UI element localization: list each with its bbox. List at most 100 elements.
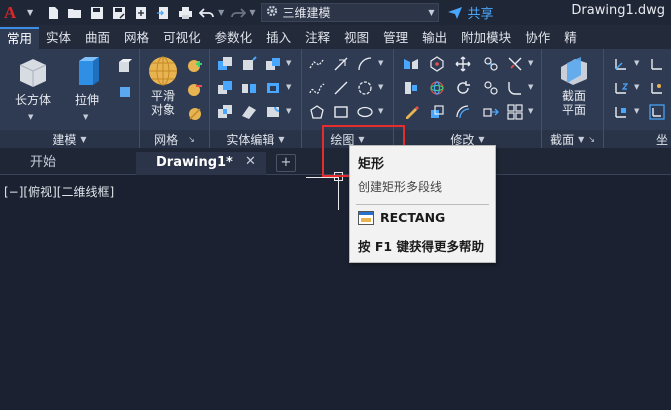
tab-addins[interactable]: 附加模块: [454, 27, 518, 49]
draw-caret-2-icon[interactable]: ▼: [378, 83, 383, 91]
panel-modeling-title[interactable]: 建模 ▼: [0, 130, 139, 148]
mesh-refine-icon[interactable]: [186, 105, 204, 123]
mesh-smooth-more-icon[interactable]: [186, 57, 204, 75]
save-icon[interactable]: [89, 5, 105, 21]
coords-caret-2-icon[interactable]: ▼: [634, 83, 639, 91]
modify-caret-3-icon[interactable]: ▼: [528, 107, 533, 115]
panel-coordinates-title[interactable]: 坐: [604, 130, 671, 148]
rectangle-icon[interactable]: [332, 103, 350, 121]
slice-icon[interactable]: [240, 103, 258, 121]
presspull-icon[interactable]: [116, 57, 134, 75]
tab-collaborate[interactable]: 协作: [518, 27, 557, 49]
3d-rotate-icon[interactable]: [428, 79, 446, 97]
offset-icon[interactable]: [454, 103, 472, 121]
tab-output[interactable]: 输出: [415, 27, 454, 49]
coords-caret-3-icon[interactable]: ▼: [634, 107, 639, 115]
tab-solid[interactable]: 实体: [39, 27, 78, 49]
undo-caret-icon[interactable]: ▼: [218, 8, 224, 17]
tab-visualize[interactable]: 可视化: [156, 27, 208, 49]
tab-insert[interactable]: 插入: [259, 27, 298, 49]
save-web-icon[interactable]: [155, 5, 171, 21]
box-caret-icon[interactable]: ▼: [28, 113, 33, 121]
drawing-canvas[interactable]: [−][俯视][二维线框]: [0, 176, 671, 410]
tab-parametric[interactable]: 参数化: [208, 27, 260, 49]
panel-mesh-title[interactable]: 网格 ↘: [140, 130, 209, 148]
erase-icon[interactable]: [402, 103, 420, 121]
share-button[interactable]: 共享: [447, 3, 493, 22]
3d-move-icon[interactable]: [428, 55, 446, 73]
save-as-icon[interactable]: [111, 5, 127, 21]
polysolid-icon[interactable]: [116, 83, 134, 101]
open-web-icon[interactable]: [133, 5, 149, 21]
polygon-icon[interactable]: [308, 103, 326, 121]
new-tab-button[interactable]: +: [276, 154, 296, 172]
smooth-object-button[interactable]: 平滑 对象: [144, 55, 182, 118]
tab-mesh[interactable]: 网格: [117, 27, 156, 49]
print-icon[interactable]: [177, 5, 193, 21]
draw-caret-3-icon[interactable]: ▼: [378, 107, 383, 115]
ucs-z-icon[interactable]: [612, 79, 630, 97]
panel-solid-edit-title[interactable]: 实体编辑 ▼: [210, 130, 301, 148]
undo-icon[interactable]: [199, 5, 215, 21]
separate-icon[interactable]: [240, 79, 258, 97]
box-button[interactable]: 长方体: [10, 55, 56, 108]
section-plane-button[interactable]: 截面 平面: [552, 55, 596, 118]
tab-surface[interactable]: 曲面: [78, 27, 117, 49]
array-icon[interactable]: [506, 103, 524, 121]
ucs-3point-icon[interactable]: [648, 79, 666, 97]
app-menu-caret-icon[interactable]: ▼: [27, 8, 33, 17]
align-icon[interactable]: [402, 79, 420, 97]
open-folder-icon[interactable]: [67, 5, 83, 21]
subtract-icon[interactable]: [216, 79, 234, 97]
redo-caret-icon[interactable]: ▼: [249, 8, 255, 17]
arc-icon[interactable]: [356, 55, 374, 73]
extrude-button[interactable]: 拉伸: [66, 55, 108, 108]
ucs-world-icon[interactable]: [612, 55, 630, 73]
line-icon[interactable]: [332, 79, 350, 97]
modify-caret-1-icon[interactable]: ▼: [528, 59, 533, 67]
solid-edit-caret-2-icon[interactable]: ▼: [286, 83, 291, 91]
circle-icon[interactable]: [356, 79, 374, 97]
ucs-view-icon[interactable]: [648, 103, 666, 121]
ellipse-icon[interactable]: [356, 103, 374, 121]
spline-icon[interactable]: [308, 79, 326, 97]
viewport-controls[interactable]: [−][俯视][二维线框]: [4, 183, 114, 200]
modify-caret-2-icon[interactable]: ▼: [528, 83, 533, 91]
scale-icon[interactable]: [428, 103, 446, 121]
ucs-origin-icon[interactable]: [648, 55, 666, 73]
tab-home[interactable]: 常用: [0, 27, 40, 49]
close-icon[interactable]: ✕: [245, 154, 256, 169]
workspace-switcher[interactable]: 三维建模 ▼: [261, 3, 440, 22]
copy-icon[interactable]: [482, 79, 500, 97]
tab-manage[interactable]: 管理: [376, 27, 415, 49]
tab-view[interactable]: 视图: [337, 27, 376, 49]
rotate-icon[interactable]: [454, 79, 472, 97]
gizmo-icon[interactable]: [482, 55, 500, 73]
stretch-icon[interactable]: [482, 103, 500, 121]
tab-annotate[interactable]: 注释: [298, 27, 337, 49]
mirror-icon[interactable]: [402, 55, 420, 73]
solid-edit-caret-1-icon[interactable]: ▼: [286, 59, 291, 67]
fillet-icon[interactable]: [506, 79, 524, 97]
mesh-smooth-less-icon[interactable]: [186, 81, 204, 99]
ucs-object-icon[interactable]: [612, 103, 630, 121]
panel-section-title[interactable]: 截面 ▼ ↘: [542, 130, 603, 148]
extract-edges-icon[interactable]: [240, 55, 258, 73]
trim-icon[interactable]: [506, 55, 524, 73]
app-logo-icon[interactable]: A: [4, 3, 26, 23]
move-icon[interactable]: [454, 55, 472, 73]
tab-start[interactable]: 开始: [10, 152, 130, 175]
union-icon[interactable]: [216, 55, 234, 73]
polyline-icon[interactable]: [308, 55, 326, 73]
new-file-icon[interactable]: [45, 5, 61, 21]
fillet-edge-icon[interactable]: [264, 103, 282, 121]
extrude-faces-icon[interactable]: [264, 55, 282, 73]
extrude-caret-icon[interactable]: ▼: [83, 113, 88, 121]
intersect-icon[interactable]: [216, 103, 234, 121]
coords-caret-1-icon[interactable]: ▼: [634, 59, 639, 67]
redo-icon[interactable]: [230, 5, 247, 21]
shell-icon[interactable]: [264, 79, 282, 97]
solid-edit-caret-3-icon[interactable]: ▼: [286, 107, 291, 115]
ray-icon[interactable]: [332, 55, 350, 73]
tab-featured[interactable]: 精: [557, 27, 584, 49]
